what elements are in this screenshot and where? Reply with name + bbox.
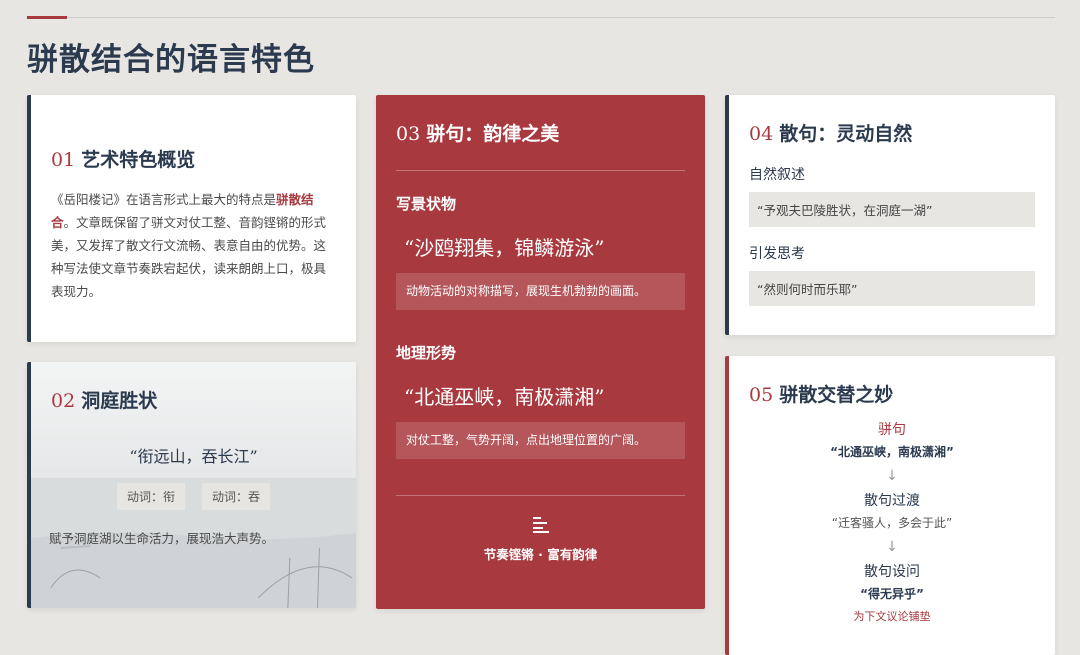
- card-body-text: 《岳阳楼记》在语言形式上最大的特点是骈散结合。文章既保留了骈文对仗工整、音韵铿锵…: [51, 188, 336, 303]
- item-label: 自然叙述: [749, 167, 805, 183]
- align-left-icon: [532, 517, 549, 533]
- card-alternation: 05 骈散交替之妙 骈句 “北通巫峡，南极潇湘” ↓ 散句过渡 “迁客骚人，多会于…: [725, 356, 1055, 655]
- flow-step-quote: “迁客骚人，多会于此”: [831, 516, 953, 530]
- card-title: 02 洞庭胜状: [51, 386, 336, 413]
- divider: [396, 495, 685, 496]
- body-text-part: 《岳阳楼记》在语言形式上最大的特点是: [51, 192, 277, 207]
- section-quote: “北通巫峡，南极潇湘”: [404, 385, 605, 409]
- card-title-text: 洞庭胜状: [81, 390, 158, 412]
- item-quote: “予观夫巴陵胜状，在洞庭一湖”: [749, 192, 1035, 227]
- arrow-down-icon: ↓: [886, 468, 898, 484]
- top-divider: [27, 17, 1055, 18]
- card-number: 01: [51, 149, 76, 171]
- arrow-down-icon: ↓: [886, 539, 898, 555]
- card-art-overview: 01 艺术特色概览 《岳阳楼记》在语言形式上最大的特点是骈散结合。文章既保留了骈文…: [27, 95, 356, 342]
- card-parallel-sentences: 03 骈句：韵律之美 写景状物 “沙鸥翔集，锦鳞游泳” 动物活动的对称描写，展现生…: [376, 95, 705, 609]
- item-quote: “然则何时而乐耶”: [749, 271, 1035, 306]
- footer-label: 节奏铿锵 · 富有韵律: [483, 547, 598, 562]
- top-accent-bar: [27, 16, 67, 19]
- verb-tag: 动词：衔: [116, 483, 185, 510]
- section-note: 动物活动的对称描写，展现生机勃勃的画面。: [396, 273, 685, 310]
- card-dongting-scene: 02 洞庭胜状 “衔远山，吞长江” 动词：衔 动词：吞 赋予洞庭湖以生命活力，展现…: [27, 362, 356, 608]
- card-title-text: 散句：灵动自然: [779, 123, 913, 145]
- page-title: 骈散结合的语言特色: [27, 42, 315, 78]
- flow-step-head: 散句过渡: [864, 493, 920, 509]
- card-number: 04: [749, 123, 774, 145]
- card-title-text: 骈散交替之妙: [779, 384, 894, 406]
- card-title: 01 艺术特色概览: [51, 145, 336, 172]
- section-heading: 写景状物: [396, 195, 457, 213]
- scene-description: 赋予洞庭湖以生命活力，展现浩大声势。: [49, 531, 275, 546]
- body-text-part: 。文章既保留了骈文对仗工整、音韵铿锵的形式美，又发挥了散文行文流畅、表意自由的优…: [51, 215, 327, 299]
- card-title-text: 艺术特色概览: [81, 149, 196, 171]
- flow-step-quote: “得无异乎”: [860, 587, 924, 601]
- card-number: 03: [396, 123, 421, 145]
- flow-step-head: 骈句: [878, 422, 906, 438]
- card-title: 04 散句：灵动自然: [749, 119, 1035, 146]
- card-title-text: 骈句：韵律之美: [426, 123, 560, 145]
- item-label: 引发思考: [749, 246, 805, 262]
- verb-tag: 动词：吞: [202, 483, 271, 510]
- rhythm-footer: 节奏铿锵 · 富有韵律: [396, 514, 685, 563]
- flow-footer: 为下文议论铺垫: [853, 610, 931, 623]
- section-quote: “沙鸥翔集，锦鳞游泳”: [404, 236, 605, 260]
- section-note: 对仗工整，气势开阔，点出地理位置的广阔。: [396, 422, 685, 459]
- scene-quote: “衔远山，吞长江”: [129, 447, 258, 466]
- section-heading: 地理形势: [396, 344, 457, 362]
- flow-step-quote: “北通巫峡，南极潇湘”: [830, 445, 954, 459]
- card-title: 05 骈散交替之妙: [749, 380, 1035, 407]
- card-number: 02: [51, 390, 76, 412]
- verb-tags: 动词：衔 动词：吞: [51, 483, 336, 510]
- card-title: 03 骈句：韵律之美: [396, 119, 685, 146]
- divider: [396, 170, 685, 171]
- flow-step-head: 散句设问: [864, 564, 920, 580]
- alternation-flow: 骈句 “北通巫峡，南极潇湘” ↓ 散句过渡 “迁客骚人，多会于此” ↓ 散句设问…: [749, 419, 1035, 624]
- card-number: 05: [749, 384, 774, 406]
- card-prose-sentences: 04 散句：灵动自然 自然叙述 “予观夫巴陵胜状，在洞庭一湖” 引发思考 “然则何…: [725, 95, 1055, 335]
